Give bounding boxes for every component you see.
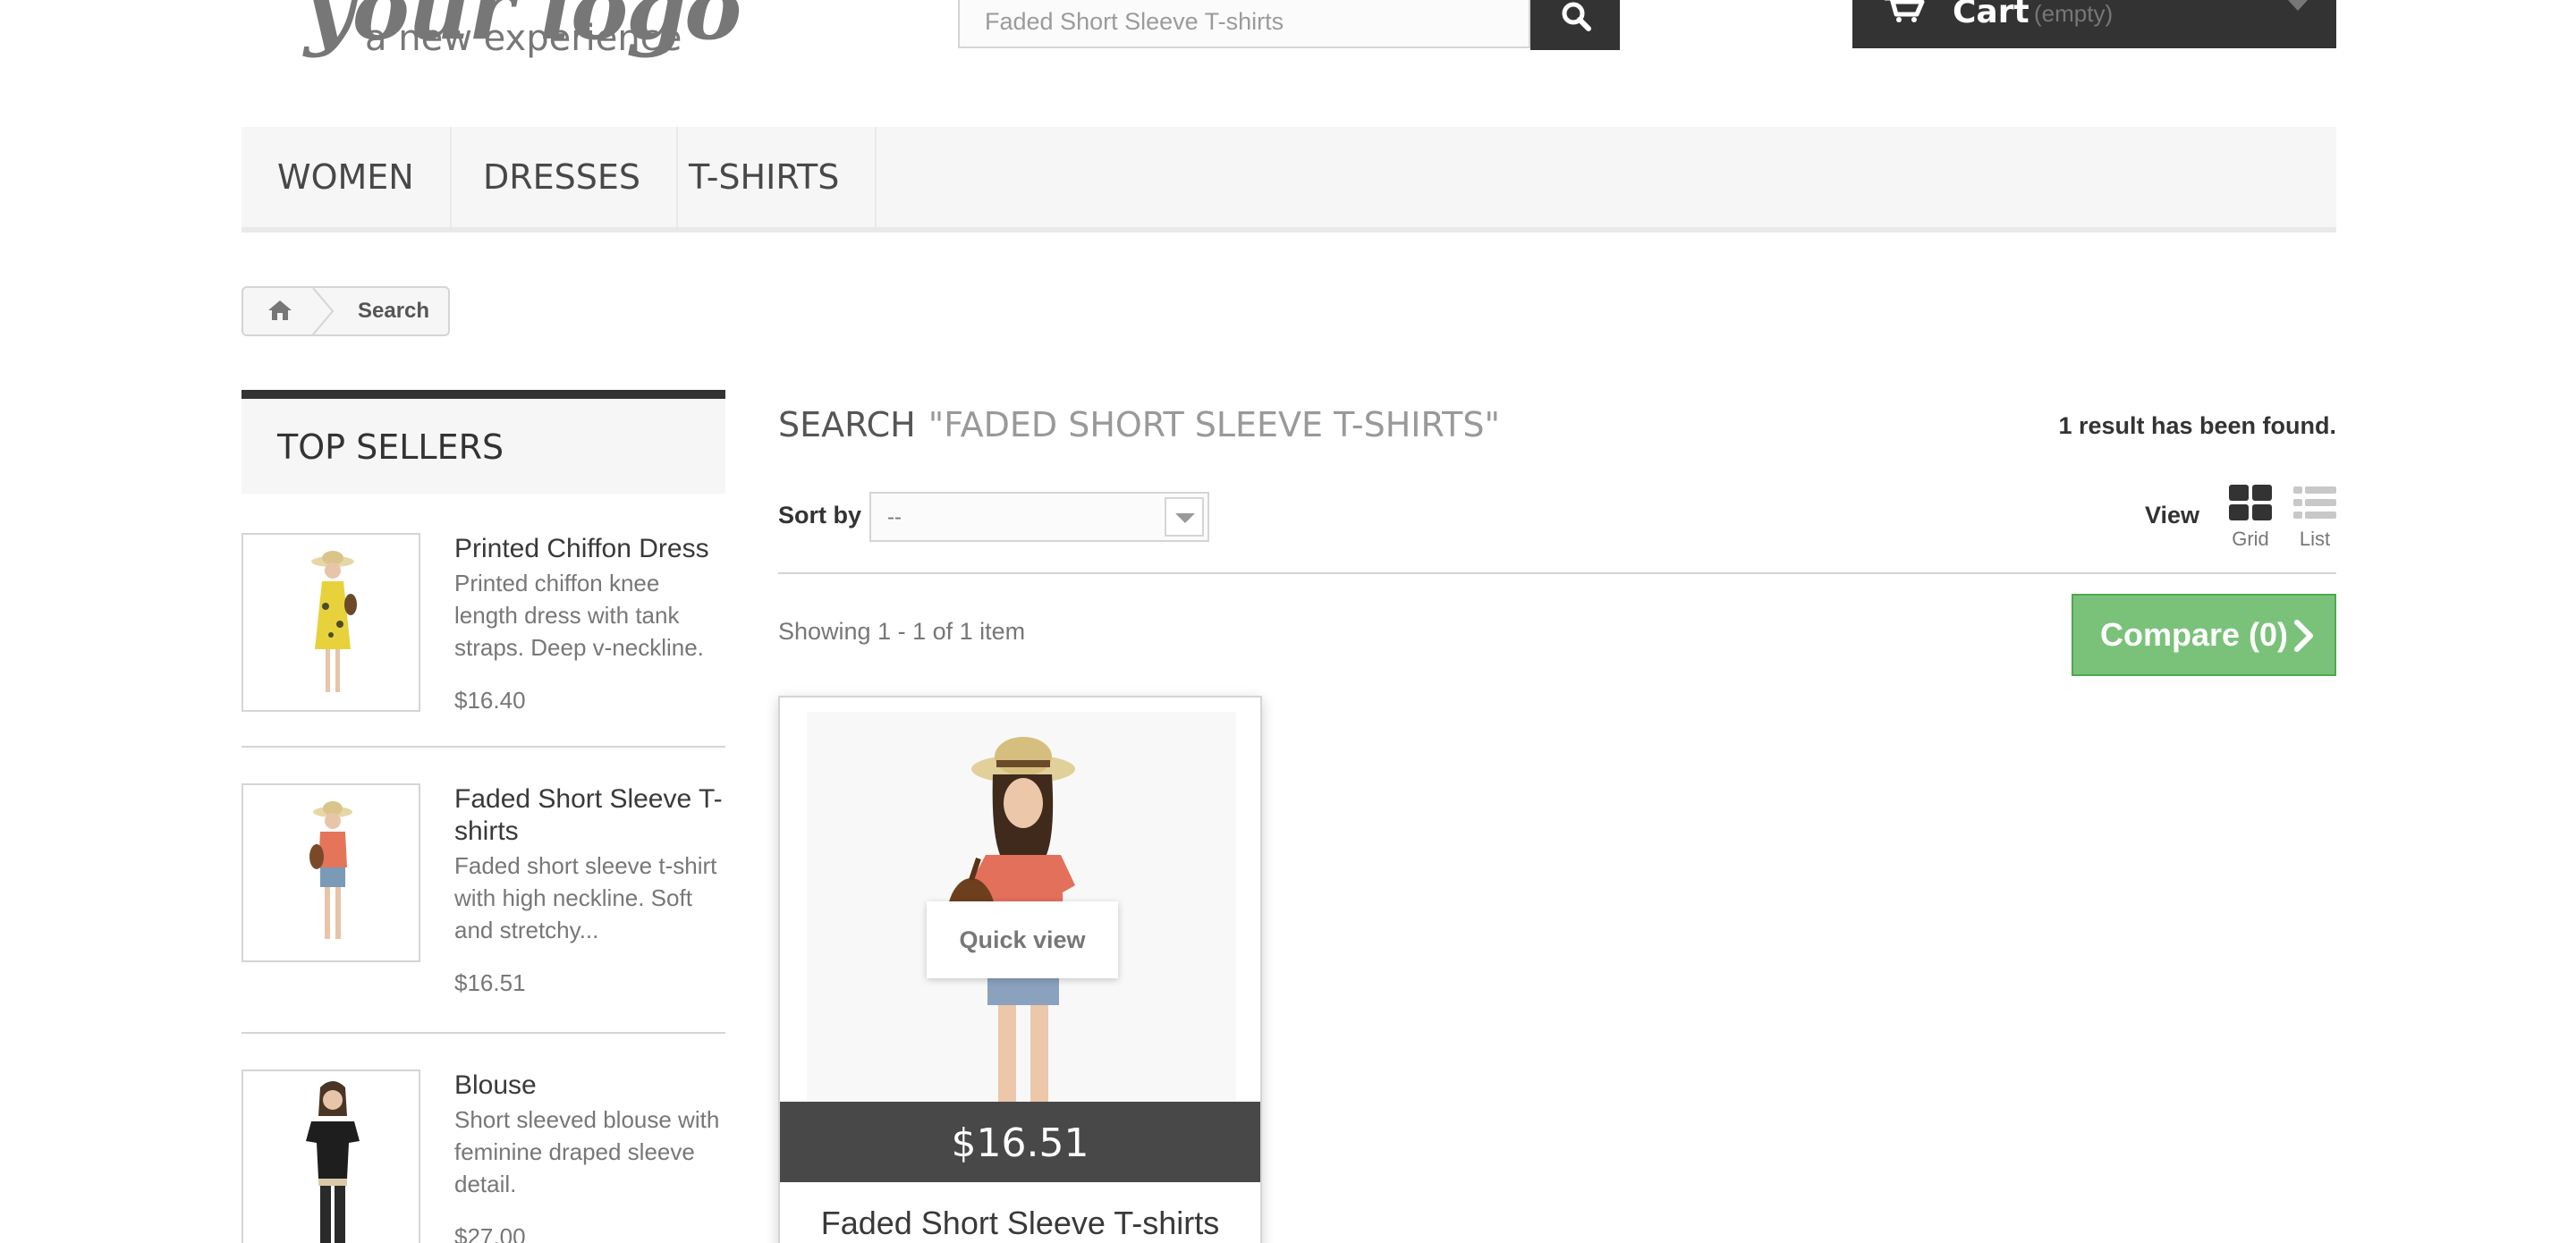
top-seller-description: Printed chiffon knee length dress with t… <box>454 570 704 661</box>
shopping-cart-icon <box>1885 0 1925 22</box>
top-seller-name[interactable]: Printed Chiffon Dress <box>454 533 723 565</box>
top-seller-price: $16.40 <box>454 687 526 714</box>
blouse-model-image <box>306 1081 360 1243</box>
sort-select-value: -- <box>887 505 902 529</box>
pagination-summary: Showing 1 - 1 of 1 item <box>778 618 1026 645</box>
list-view-caption: List <box>2299 528 2331 550</box>
list-icon <box>2293 486 2336 519</box>
quick-view-button[interactable]: Quick view <box>927 901 1118 978</box>
product-price: $16.51 <box>951 1120 1089 1166</box>
sort-label: Sort by <box>778 502 862 528</box>
page-title-label: SEARCH <box>778 405 916 444</box>
home-icon <box>268 300 292 320</box>
list-view-button[interactable]: List <box>2292 485 2338 556</box>
divider <box>778 572 2336 574</box>
top-seller-description: Short sleeved blouse with feminine drape… <box>454 1106 720 1197</box>
top-seller-price: $16.51 <box>454 969 526 996</box>
breadcrumb-current: Search <box>358 299 430 323</box>
chevron-down-icon <box>2288 0 2308 11</box>
product-price-bar: $16.51 <box>780 1102 1260 1182</box>
breadcrumb-home[interactable] <box>243 288 317 334</box>
chevron-down-icon <box>1165 497 1204 537</box>
breadcrumb-separator <box>312 288 335 334</box>
top-seller-price: $27.00 <box>454 1223 526 1243</box>
page-title-term: "FADED SHORT SLEEVE T-SHIRTS" <box>928 405 1500 444</box>
top-sellers-title: TOP SELLERS <box>277 427 504 467</box>
menu-item-dresses[interactable]: DRESSES <box>447 127 679 227</box>
chevron-right-icon <box>2294 620 2313 652</box>
sort-select[interactable]: -- <box>869 492 1209 542</box>
top-sellers-header: TOP SELLERS <box>242 390 725 494</box>
tshirt-model-photo <box>807 712 1236 1102</box>
grid-icon <box>2229 485 2272 520</box>
logo-tagline: a new experience <box>365 18 682 59</box>
product-thumbnail[interactable] <box>242 783 420 962</box>
result-count: 1 result has been found. <box>2058 412 2336 439</box>
product-thumbnail[interactable] <box>242 1070 420 1243</box>
top-seller-description: Faded short sleeve t-shirt with high nec… <box>454 852 717 943</box>
menu-item-t-shirts[interactable]: T-SHIRTS <box>653 127 877 227</box>
dress-model-image <box>311 551 357 692</box>
store-logo[interactable]: your logo a new experience <box>268 0 805 72</box>
grid-view-caption: Grid <box>2232 528 2269 550</box>
divider <box>242 1032 725 1034</box>
product-name[interactable]: Faded Short Sleeve T-shirts <box>780 1205 1260 1241</box>
search-input[interactable] <box>958 0 1530 48</box>
product-thumbnail[interactable] <box>242 533 420 712</box>
page-title: SEARCH "FADED SHORT SLEEVE T-SHIRTS" <box>778 404 1500 445</box>
search-icon <box>1562 2 1591 31</box>
tshirt-model-image <box>309 801 352 939</box>
divider <box>242 746 725 748</box>
menu-item-women[interactable]: WOMEN <box>242 127 452 227</box>
compare-button[interactable]: Compare (0) <box>2072 594 2336 676</box>
search-button[interactable] <box>1530 0 1620 50</box>
top-seller-name[interactable]: Blouse <box>454 1070 723 1102</box>
cart-status: (empty) <box>2034 0 2114 27</box>
breadcrumb: Search <box>242 286 450 336</box>
compare-label: Compare (0) <box>2100 616 2289 653</box>
main-menu: WOMEN DRESSES T-SHIRTS <box>242 127 2336 233</box>
grid-view-button[interactable]: Grid <box>2227 485 2274 556</box>
top-seller-name[interactable]: Faded Short Sleeve T-shirts <box>454 783 723 848</box>
product-image[interactable]: Quick view <box>780 698 1260 1102</box>
cart-label: Cart <box>1953 0 2029 30</box>
cart-button[interactable]: Cart (empty) <box>1852 0 2336 48</box>
view-label: View <box>2145 502 2200 528</box>
product-card[interactable]: Quick view $16.51 Faded Short Sleeve T-s… <box>778 696 1262 1243</box>
